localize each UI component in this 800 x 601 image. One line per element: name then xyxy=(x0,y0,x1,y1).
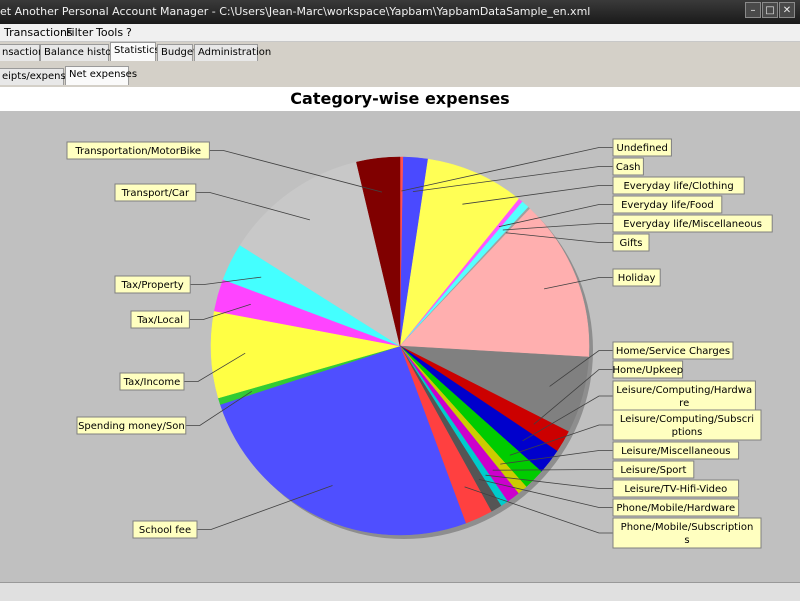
slice-label: Leisure/Computing/Hardwa xyxy=(616,385,752,396)
slice-label: Home/Upkeep xyxy=(612,365,683,376)
chart-title: Category-wise expenses xyxy=(290,89,510,108)
tab-receipts-expenses[interactable]: eipts/expenses xyxy=(0,68,77,85)
slice-label: Everyday life/Miscellaneous xyxy=(623,219,762,230)
slice-label: Everyday life/Food xyxy=(621,200,714,211)
slice-label: Holiday xyxy=(618,273,656,284)
slice-label: Leisure/Computing/Subscri xyxy=(620,414,754,425)
slice-label: Home/Service Charges xyxy=(616,346,730,357)
slice-label: Leisure/Sport xyxy=(620,465,686,476)
window-title: et Another Personal Account Manager - C:… xyxy=(0,5,591,18)
slice-label: Gifts xyxy=(619,238,642,249)
minimize-icon[interactable]: – xyxy=(745,2,761,18)
close-icon[interactable]: ✕ xyxy=(779,2,795,18)
slice-label: Transportation/MotorBike xyxy=(74,146,201,157)
slice-label: Leisure/TV-Hifi-Video xyxy=(624,484,727,495)
pie-chart: Undefined Cash Everyday life/Clothing Every… xyxy=(66,138,773,549)
slice-label: ptions xyxy=(672,427,703,438)
slice-label: Tax/Property xyxy=(121,280,184,291)
menu-bar: Transactions Filter Tools ? xyxy=(0,24,800,42)
slice-label: s xyxy=(684,535,689,546)
sub-tabs: eipts/expenses Net expenses xyxy=(0,66,800,86)
slice-label: Tax/Income xyxy=(123,377,181,388)
menu-transactions[interactable]: Transactions xyxy=(4,26,73,39)
menu-filter[interactable]: Filter xyxy=(66,26,93,39)
plot-area: Undefined Cash Everyday life/Clothing Every… xyxy=(0,111,800,582)
slice-label: Phone/Mobile/Subscription xyxy=(621,522,754,533)
slice-label: Undefined xyxy=(617,143,668,154)
tab-transactions[interactable]: nsactions xyxy=(0,44,50,61)
slice-label: Phone/Mobile/Hardware xyxy=(616,503,735,514)
slice-label: Tax/Local xyxy=(136,315,183,326)
slice-label: Everyday life/Clothing xyxy=(623,181,733,192)
slice-label: School fee xyxy=(139,525,191,536)
menu-tools[interactable]: Tools xyxy=(96,26,123,39)
tab-balance-history[interactable]: Balance history xyxy=(40,44,121,61)
main-tabs: nsactions Balance history Statistics Bud… xyxy=(0,42,800,62)
tab-statistics[interactable]: Statistics xyxy=(110,42,160,61)
status-bar xyxy=(0,582,800,601)
tab-administration[interactable]: Administration xyxy=(194,44,271,61)
slice-label: Spending money/Son xyxy=(78,421,185,432)
slice-label: Leisure/Miscellaneous xyxy=(621,446,730,457)
tab-net-expenses[interactable]: Net expenses xyxy=(65,66,137,85)
title-bar: et Another Personal Account Manager - C:… xyxy=(0,0,800,24)
slice-label: Transport/Car xyxy=(121,188,190,199)
slice-label: re xyxy=(679,398,689,409)
chart-panel: Category-wise expenses Undefined Cash Ever… xyxy=(0,87,800,582)
menu-help[interactable]: ? xyxy=(126,26,132,39)
maximize-icon[interactable]: □ xyxy=(762,2,778,18)
tab-budget[interactable]: Budget xyxy=(157,44,197,61)
slice-label: Cash xyxy=(616,162,641,173)
